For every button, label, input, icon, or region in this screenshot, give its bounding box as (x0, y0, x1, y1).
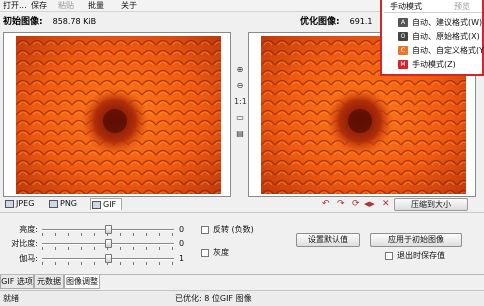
optimized-image-header: 优化图像: 691.1 (300, 12, 373, 32)
original-image-header: 初始图像: 858.78 KiB (3, 12, 96, 32)
menu-item-manual[interactable]: M 手动模式(Z) (398, 59, 484, 70)
refresh-icon[interactable]: ⟳ (352, 198, 360, 211)
save-on-exit-checkbox[interactable]: 退出时保存值 (385, 251, 445, 261)
tab-image-adjust[interactable]: 图像调整 (64, 275, 100, 289)
zoom-toolbar: ⊕ ⊖ 1:1 ▭ ▤ (233, 64, 247, 144)
app-window: 打开... 保存 粘贴 批量 关于 初始图像: 858.78 KiB 优化图像: 6… (0, 0, 484, 306)
grayscale-label: 灰度 (213, 248, 229, 257)
menu-item-auto-custom-label: 自动、自定义格式(Y (412, 46, 484, 55)
menu-item-auto-custom[interactable]: C 自动、自定义格式(Y (398, 45, 484, 56)
dropdown-divider (384, 12, 482, 13)
optimized-image-size: 691.1 (349, 17, 373, 26)
menu-item-manual-label: 手动模式(Z) (412, 60, 456, 69)
menu-item-auto-original-label: 自动、原始格式(X) (412, 32, 480, 41)
invert-checkbox-box (201, 226, 209, 234)
gamma-slider[interactable] (104, 254, 112, 263)
tab-jpeg-label: JPEG (16, 199, 35, 208)
brightness-value: 0 (179, 225, 185, 234)
menu-paste: 粘贴 (58, 1, 74, 10)
original-image-size: 858.78 KiB (52, 17, 97, 26)
mode-dropdown-menu: 手动模式 预览 A 自动、建议格式(W) O 自动、原始格式(X) C 自动、自定义格… (380, 0, 484, 76)
contrast-value: 0 (179, 239, 185, 248)
status-optimized: 已优化: 8 位GIF 图像 (175, 294, 252, 303)
image-adjust-panel: 亮度: 0 对比度: 0 伽马: 1 反转 (负数) 灰度 设置默认值 应用于初… (0, 212, 484, 274)
grayscale-checkbox-box (201, 249, 209, 257)
close-icon[interactable]: ✕ (382, 198, 390, 211)
mode-dropdown-title[interactable]: 手动模式 (390, 1, 422, 12)
menu-item-auto-original[interactable]: O 自动、原始格式(X) (398, 31, 484, 42)
menu-save[interactable]: 保存 (31, 0, 47, 11)
tab-png[interactable]: PNG (48, 198, 82, 210)
invert-checkbox[interactable]: 反转 (负数) (201, 225, 254, 235)
flip-icon[interactable]: ◀▶ (364, 198, 375, 211)
tab-png-label: PNG (60, 199, 78, 208)
split-view-icon[interactable]: ▤ (234, 128, 246, 139)
tab-gif[interactable]: GIF (90, 198, 122, 210)
preview-label: 预览 (454, 2, 470, 11)
menu-item-auto-suggested-label: 自动、建议格式(W) (412, 18, 483, 27)
gif-format-icon (92, 201, 101, 209)
menu-item-auto-suggested[interactable]: A 自动、建议格式(W) (398, 17, 484, 28)
auto-custom-icon: C (398, 46, 408, 55)
contrast-slider[interactable] (104, 239, 112, 248)
auto-original-icon: O (398, 32, 408, 41)
tab-jpeg[interactable]: JPEG (4, 198, 40, 210)
jpeg-format-icon (5, 200, 14, 208)
grayscale-checkbox[interactable]: 灰度 (201, 248, 229, 258)
menu-batch[interactable]: 批量 (88, 0, 104, 11)
png-format-icon (49, 200, 58, 208)
status-bar: 就绪 已优化: 8 位GIF 图像 (0, 290, 484, 306)
rotate-left-icon[interactable]: ↶ (322, 198, 330, 211)
optimized-image-title: 优化图像: (300, 17, 340, 27)
apply-to-original-button[interactable]: 应用于初始图像 (370, 233, 462, 247)
tab-gif-options[interactable]: GIF 选项 (0, 275, 34, 289)
save-on-exit-checkbox-box (385, 252, 393, 260)
tab-gif-label: GIF (103, 200, 117, 209)
menu-about[interactable]: 关于 (121, 0, 137, 11)
manual-mode-icon: M (398, 60, 408, 69)
actual-size-icon[interactable]: 1:1 (234, 96, 247, 107)
original-image-pane[interactable] (3, 32, 231, 197)
auto-suggested-icon: A (398, 18, 408, 27)
options-tabs: GIF 选项 元数据 图像调整 (0, 274, 484, 289)
brightness-slider[interactable] (104, 225, 112, 234)
invert-label: 反转 (负数) (213, 225, 254, 234)
contrast-label: 对比度: (11, 239, 38, 248)
status-ready: 就绪 (3, 294, 19, 303)
brightness-label: 亮度: (19, 225, 38, 234)
tab-metadata[interactable]: 元数据 (34, 275, 64, 289)
flower-image (16, 36, 221, 194)
zoom-out-icon[interactable]: ⊖ (234, 80, 246, 91)
fit-window-icon[interactable]: ▭ (234, 112, 246, 123)
rotate-right-icon[interactable]: ↷ (337, 198, 345, 211)
save-on-exit-label: 退出时保存值 (397, 251, 445, 260)
reset-defaults-button[interactable]: 设置默认值 (296, 233, 360, 247)
compress-to-size-button[interactable]: 压缩到大小 (394, 198, 468, 211)
menu-open[interactable]: 打开... (3, 0, 27, 11)
original-image (16, 36, 221, 194)
gamma-value: 1 (179, 254, 185, 263)
original-image-title: 初始图像: (3, 17, 43, 27)
gamma-label: 伽马: (19, 254, 38, 263)
zoom-in-icon[interactable]: ⊕ (234, 64, 246, 75)
